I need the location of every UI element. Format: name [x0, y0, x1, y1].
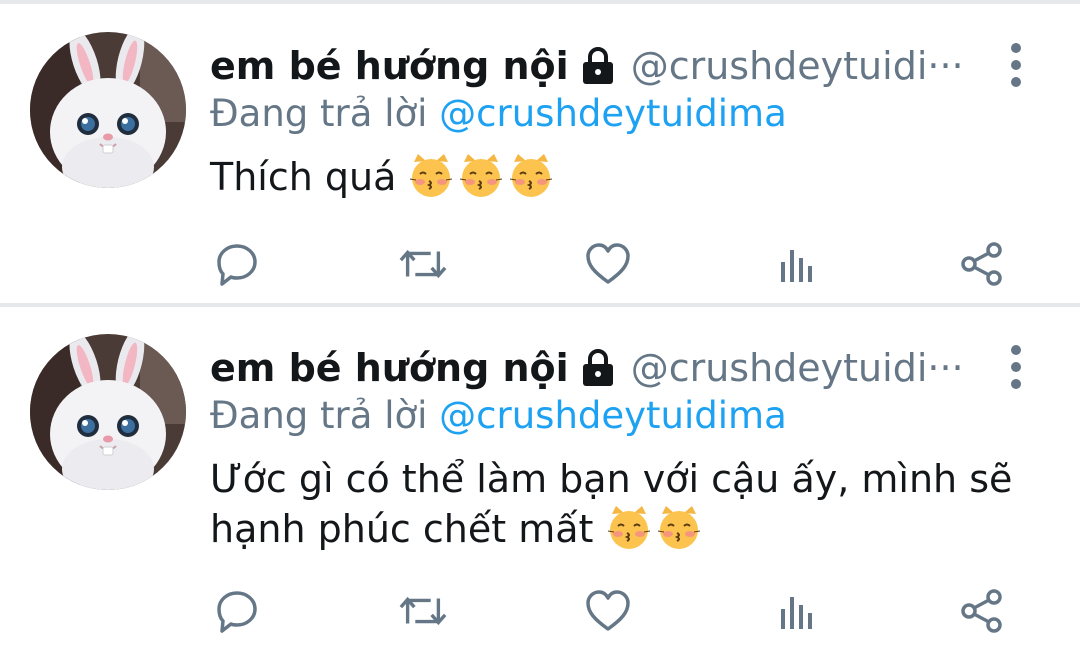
user-handle[interactable]: @crushdeytuidi··· — [631, 346, 971, 390]
reply-icon[interactable] — [212, 237, 262, 291]
retweet-icon[interactable] — [398, 237, 448, 291]
display-name[interactable]: em bé hướng nội — [210, 346, 569, 390]
kissing-cat-emoji — [508, 152, 554, 198]
tweet-2[interactable]: em bé hướng nội @crushdeytuidi··· Đang t… — [0, 306, 1080, 633]
tweet-1[interactable]: em bé hướng nội @crushdeytuidi··· Đang t… — [0, 4, 1080, 304]
handle-overflow: ··· — [927, 44, 964, 88]
tweet-header: em bé hướng nội @crushdeytuidi··· — [210, 342, 971, 394]
tweet-text: Thích quá — [210, 152, 1040, 202]
tweet-actions — [0, 237, 1080, 291]
reply-mention-link[interactable]: @crushdeytuidima — [439, 92, 787, 135]
retweet-icon[interactable] — [398, 584, 448, 638]
reply-icon[interactable] — [212, 584, 262, 638]
share-icon[interactable] — [957, 584, 1007, 638]
more-options-icon[interactable] — [1001, 342, 1031, 412]
lock-icon — [579, 348, 617, 388]
handle-overflow: ··· — [927, 346, 964, 390]
kissing-cat-emoji — [408, 152, 454, 198]
display-name[interactable]: em bé hướng nội — [210, 44, 569, 88]
avatar[interactable] — [30, 334, 186, 490]
analytics-icon[interactable] — [771, 237, 821, 291]
analytics-icon[interactable] — [771, 584, 821, 638]
kissing-cat-emoji — [606, 504, 652, 550]
kissing-cat-emoji — [656, 504, 702, 550]
avatar[interactable] — [30, 32, 186, 188]
reply-mention-link[interactable]: @crushdeytuidima — [439, 394, 787, 437]
share-icon[interactable] — [957, 237, 1007, 291]
like-icon[interactable] — [583, 584, 633, 638]
tweet-header: em bé hướng nội @crushdeytuidi··· — [210, 40, 971, 92]
tweet-text: Ước gì có thể làm bạn với cậu ấy, mình s… — [210, 457, 1013, 551]
kissing-cat-emoji — [458, 152, 504, 198]
tweet-actions — [0, 584, 1080, 638]
reply-context: Đang trả lời @crushdeytuidima — [210, 394, 787, 437]
lock-icon — [579, 46, 617, 86]
more-options-icon[interactable] — [1001, 40, 1031, 110]
like-icon[interactable] — [583, 237, 633, 291]
reply-context: Đang trả lời @crushdeytuidima — [210, 92, 787, 135]
user-handle[interactable]: @crushdeytuidi··· — [631, 44, 971, 88]
